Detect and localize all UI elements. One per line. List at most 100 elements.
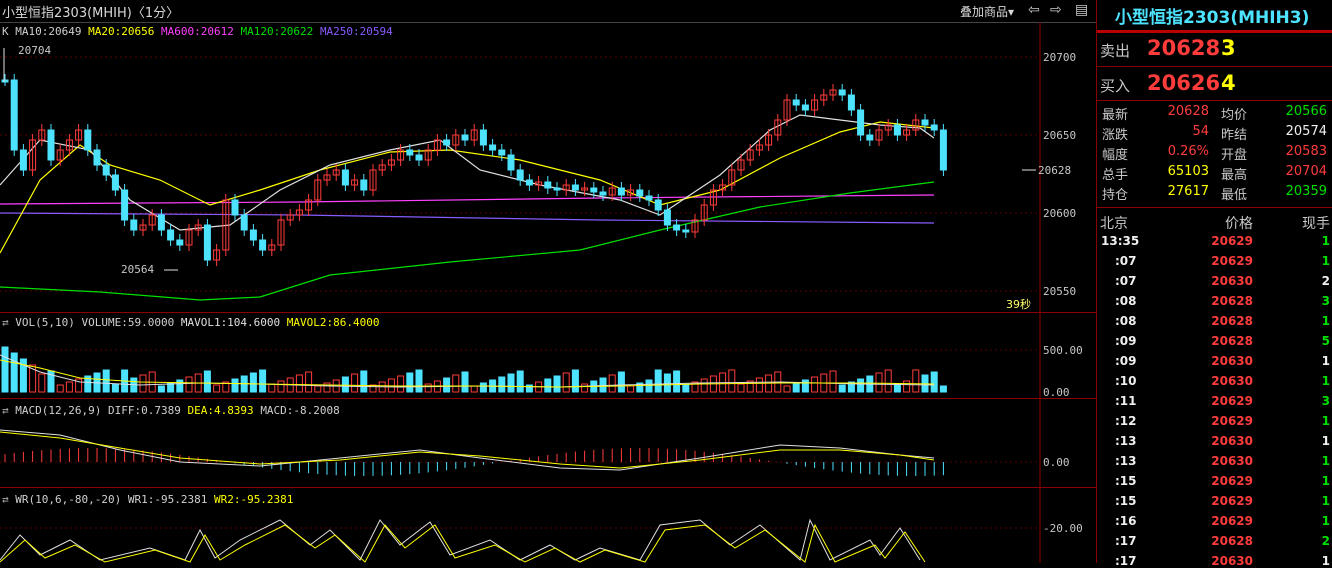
- high-price-mark: 20704: [18, 44, 52, 57]
- stat-value: 20574: [1285, 124, 1327, 139]
- volume-bar: [498, 376, 506, 393]
- candle: [673, 224, 681, 231]
- tick-time: :16: [1115, 514, 1137, 528]
- stat-value: 27617: [1167, 184, 1209, 199]
- volume-bar: [801, 379, 809, 393]
- quote-title-bar: 小型恒指2303(MHIH3): [1097, 0, 1332, 33]
- volume-bar: [544, 378, 552, 393]
- volume-bar: [157, 385, 165, 393]
- tick-time: :11: [1115, 394, 1137, 408]
- tick-qty: 1: [1321, 354, 1330, 368]
- tick-qty: 5: [1321, 334, 1330, 348]
- volume-bar: [341, 376, 349, 393]
- volume-bar: [249, 372, 257, 393]
- tick-price: 20630: [1211, 554, 1253, 568]
- bid-price[interactable]: 20626: [1147, 71, 1220, 95]
- stat-value: 20359: [1285, 184, 1327, 199]
- volume-bar: [875, 372, 883, 393]
- macd-label: MACD(12,26,9): [15, 404, 102, 417]
- countdown-label: 39秒: [1006, 298, 1031, 311]
- volume-bar: [939, 385, 947, 393]
- tick-qty: 1: [1321, 434, 1330, 448]
- ask-price[interactable]: 20628: [1147, 36, 1220, 60]
- tick-qty: 3: [1321, 294, 1330, 308]
- tick-time: :12: [1115, 414, 1137, 428]
- tick-time: :08: [1115, 314, 1137, 328]
- volume-bar: [571, 369, 579, 393]
- candle: [866, 134, 874, 141]
- quote-panel: 小型恒指2303(MHIH3) 卖出 20628 3 买入 20626 4 最新…: [1097, 0, 1332, 568]
- volume-bar: [838, 384, 846, 393]
- candle: [130, 219, 138, 231]
- volume-bar: [654, 369, 662, 393]
- tick-time: :07: [1115, 274, 1137, 288]
- kline-chart[interactable]: [0, 0, 1096, 563]
- tick-price: 20628: [1211, 334, 1253, 348]
- volume-bar: [562, 372, 570, 393]
- candle: [857, 109, 865, 136]
- volume-bar: [203, 370, 211, 393]
- stat-label: 昨结: [1221, 128, 1248, 143]
- axis-label: 20550: [1043, 285, 1077, 298]
- candle: [93, 149, 101, 166]
- tick-qty: 2: [1321, 534, 1330, 548]
- tick-qty: 1: [1321, 254, 1330, 268]
- candle: [111, 174, 119, 191]
- stat-label: 总手: [1102, 168, 1129, 183]
- candle: [893, 124, 901, 136]
- stat-label: 开盘: [1221, 148, 1248, 163]
- volume-bar: [185, 376, 193, 393]
- tick-time: :17: [1115, 554, 1137, 568]
- wr-wr2: WR2:-95.2381: [213, 493, 294, 506]
- candle: [645, 195, 653, 201]
- stat-value: 20704: [1285, 164, 1327, 179]
- tick-qty: 2: [1321, 274, 1330, 288]
- volume-bar: [893, 383, 901, 393]
- stat-value: 0.26%: [1167, 144, 1209, 159]
- volume-bar: [829, 370, 837, 393]
- tick-price: 20630: [1211, 374, 1253, 388]
- tick-price: 20630: [1211, 354, 1253, 368]
- tick-price: 20629: [1211, 234, 1253, 248]
- tick-time: :07: [1115, 254, 1137, 268]
- candle: [360, 179, 368, 191]
- switch-icon[interactable]: ⇄: [2, 316, 9, 329]
- panel-divider: [0, 487, 1096, 488]
- candle: [231, 199, 239, 216]
- volume-bar: [111, 383, 119, 393]
- volume-bar: [314, 385, 322, 393]
- stat-label: 最低: [1221, 188, 1248, 203]
- switch-icon[interactable]: ⇄: [2, 493, 9, 506]
- wr-wr1: WR1:-95.2381: [127, 493, 208, 506]
- volume-bar: [737, 383, 745, 393]
- candle: [84, 129, 92, 151]
- switch-icon[interactable]: ⇄: [2, 404, 9, 417]
- candle: [167, 229, 175, 241]
- volume-bar: [102, 369, 110, 393]
- volume-bar: [783, 385, 791, 393]
- volume-bar: [295, 374, 303, 393]
- candle: [939, 129, 947, 171]
- candle: [838, 89, 846, 96]
- vol-mavol2: MAVOL2:86.4000: [286, 316, 380, 329]
- divider: [1097, 66, 1332, 67]
- candle: [157, 214, 165, 231]
- candle: [47, 129, 55, 161]
- candle: [406, 149, 414, 156]
- volume-bar: [415, 369, 423, 393]
- volume-bar: [479, 382, 487, 393]
- candle: [507, 154, 515, 171]
- tick-price: 20630: [1211, 274, 1253, 288]
- stat-value: 20628: [1167, 104, 1209, 119]
- stat-label: 幅度: [1102, 148, 1129, 163]
- stat-label: 均价: [1221, 108, 1248, 123]
- tick-qty: 1: [1321, 474, 1330, 488]
- candle: [847, 94, 855, 111]
- axis-label: 20600: [1043, 207, 1077, 220]
- candle: [121, 189, 129, 221]
- tick-qty: 1: [1321, 494, 1330, 508]
- volume-bar: [360, 370, 368, 393]
- volume-bar: [507, 373, 515, 393]
- wr-legend: ⇄ WR(10,6,-80,-20) WR1:-95.2381 WR2:-95.…: [2, 493, 293, 506]
- candle: [544, 181, 552, 189]
